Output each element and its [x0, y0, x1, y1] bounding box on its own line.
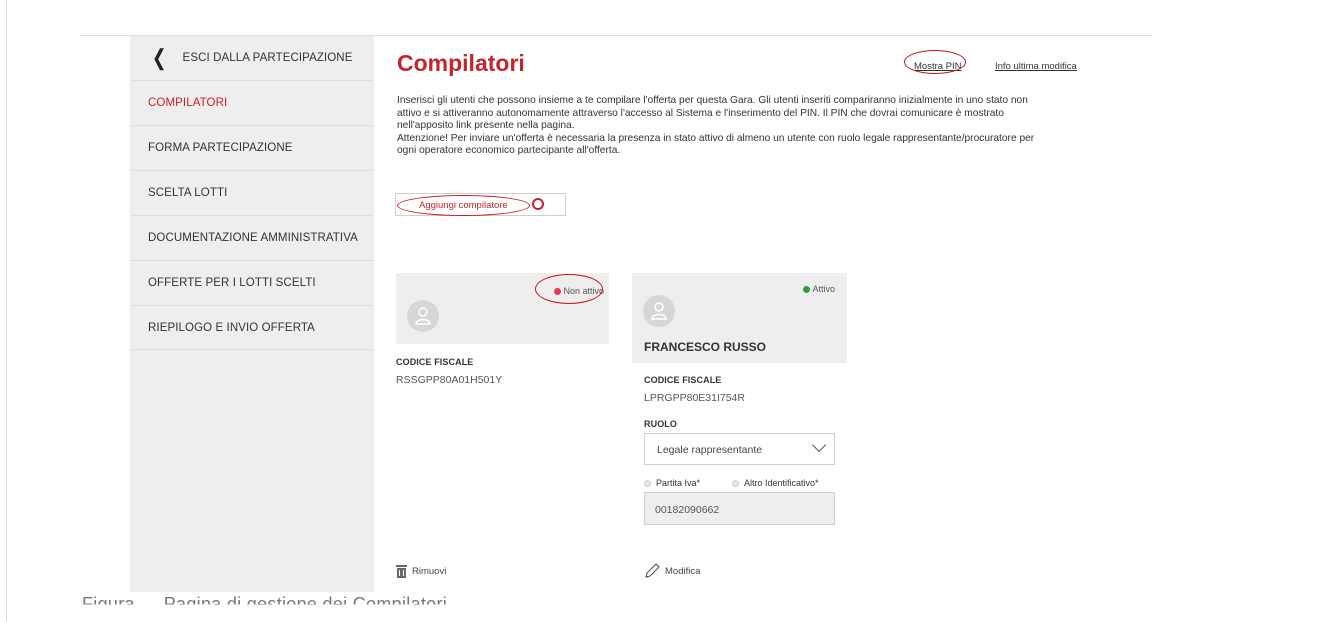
exit-participation-label: ESCI DALLA PARTECIPAZIONE — [182, 52, 353, 64]
description-line: Attenzione! Per inviare un'offerta è nec… — [397, 132, 1035, 144]
remove-label: Rimuovi — [412, 566, 447, 577]
role-select[interactable]: Legale rappresentante — [644, 433, 835, 465]
vat-number-field[interactable]: 00182090662 — [644, 492, 835, 525]
status-dot-icon — [554, 287, 562, 295]
sidebar-item-label: SCELTA LOTTI — [148, 187, 228, 199]
other-identifier-radio-label: Altro Identificativo* — [744, 478, 819, 488]
status-text: Non attivo — [563, 286, 604, 296]
fiscal-code-label: CODICE FISCALE — [396, 357, 474, 367]
page-description: Inserisci gli utenti che possono insieme… — [397, 95, 1097, 158]
role-label: RUOLO — [644, 419, 677, 429]
description-line: attivo e si attiveranno autonomamente at… — [397, 107, 1004, 119]
status-text: Attivo — [812, 284, 835, 294]
pencil-icon — [645, 563, 660, 578]
status-badge: Non attivo — [554, 286, 604, 296]
fiscal-code-value: LPRGPP80E31I754R — [644, 392, 745, 404]
add-compiler-button[interactable]: Aggiungi compilatore — [395, 193, 566, 216]
page-title: Compilatori — [397, 50, 525, 76]
last-change-info-link[interactable]: Info ultima modifica — [995, 61, 1077, 72]
description-line: nell'apposito link presente nella pagina… — [397, 120, 575, 132]
sidebar: ❮ ESCI DALLA PARTECIPAZIONE COMPILATORI … — [130, 36, 374, 592]
compiler-name: FRANCESCO RUSSO — [644, 340, 767, 354]
sidebar-item-label: COMPILATORI — [148, 97, 228, 109]
add-compiler-label: Aggiungi compilatore — [419, 200, 508, 211]
avatar — [407, 300, 439, 332]
vat-number-radio[interactable]: Partita Iva* — [644, 478, 700, 488]
sidebar-item-label: FORMA PARTECIPAZIONE — [148, 142, 293, 154]
compiler-card: Non attivo CODICE FISCALE RSSGPP80A01H50… — [396, 273, 609, 591]
chevron-down-icon — [811, 437, 827, 453]
remove-button[interactable]: Rimuovi — [396, 565, 446, 578]
exit-participation-link[interactable]: ❮ ESCI DALLA PARTECIPAZIONE — [130, 36, 374, 80]
fiscal-code-label: CODICE FISCALE — [644, 375, 722, 385]
chevron-left-icon: ❮ — [151, 45, 167, 70]
vat-number-radio-label: Partita Iva* — [656, 478, 701, 488]
page-border — [6, 0, 7, 622]
description-line: Inserisci gli utenti che possono insieme… — [397, 95, 1028, 106]
sidebar-item-label: OFFERTE PER I LOTTI SCELTI — [148, 277, 316, 289]
status-dot-icon — [803, 285, 811, 293]
avatar — [643, 295, 675, 327]
sidebar-item-compilatori[interactable]: COMPILATORI — [130, 80, 374, 125]
card-header: Non attivo — [396, 273, 609, 344]
fiscal-code-value: RSSGPP80A01H501Y — [396, 374, 503, 386]
compiler-card: Attivo FRANCESCO RUSSO CODICE FISCALE LP… — [632, 273, 847, 591]
sidebar-item-offerte-lotti[interactable]: OFFERTE PER I LOTTI SCELTI — [130, 260, 374, 305]
sidebar-item-riepilogo-invio[interactable]: RIEPILOGO E INVIO OFFERTA — [130, 305, 374, 350]
trash-icon — [396, 565, 407, 578]
sidebar-item-forma-partecipazione[interactable]: FORMA PARTECIPAZIONE — [130, 125, 374, 170]
sidebar-item-label: DOCUMENTAZIONE AMMINISTRATIVA — [148, 232, 358, 244]
user-icon — [651, 302, 667, 320]
user-icon — [415, 307, 431, 325]
sidebar-item-documentazione-amministrativa[interactable]: DOCUMENTAZIONE AMMINISTRATIVA — [130, 215, 374, 260]
edit-button[interactable]: Modifica — [644, 563, 700, 579]
add-circle-icon — [532, 198, 544, 210]
status-badge: Attivo — [803, 284, 835, 294]
edit-label: Modifica — [665, 565, 701, 577]
radio-circle-icon — [732, 479, 739, 487]
sidebar-item-scelta-lotti[interactable]: SCELTA LOTTI — [130, 170, 374, 215]
role-select-value: Legale rappresentante — [657, 444, 763, 456]
show-pin-link[interactable]: Mostra PIN — [914, 61, 962, 72]
sidebar-item-label: RIEPILOGO E INVIO OFFERTA — [148, 321, 315, 334]
card-header: Attivo FRANCESCO RUSSO — [632, 273, 847, 363]
figure-caption: Figura … Pagina di gestione dei Compilat… — [82, 594, 448, 614]
description-line: ogni operatore economico partecipante al… — [397, 145, 621, 157]
other-identifier-radio[interactable]: Altro Identificativo* — [732, 478, 819, 488]
radio-circle-icon — [644, 479, 651, 487]
